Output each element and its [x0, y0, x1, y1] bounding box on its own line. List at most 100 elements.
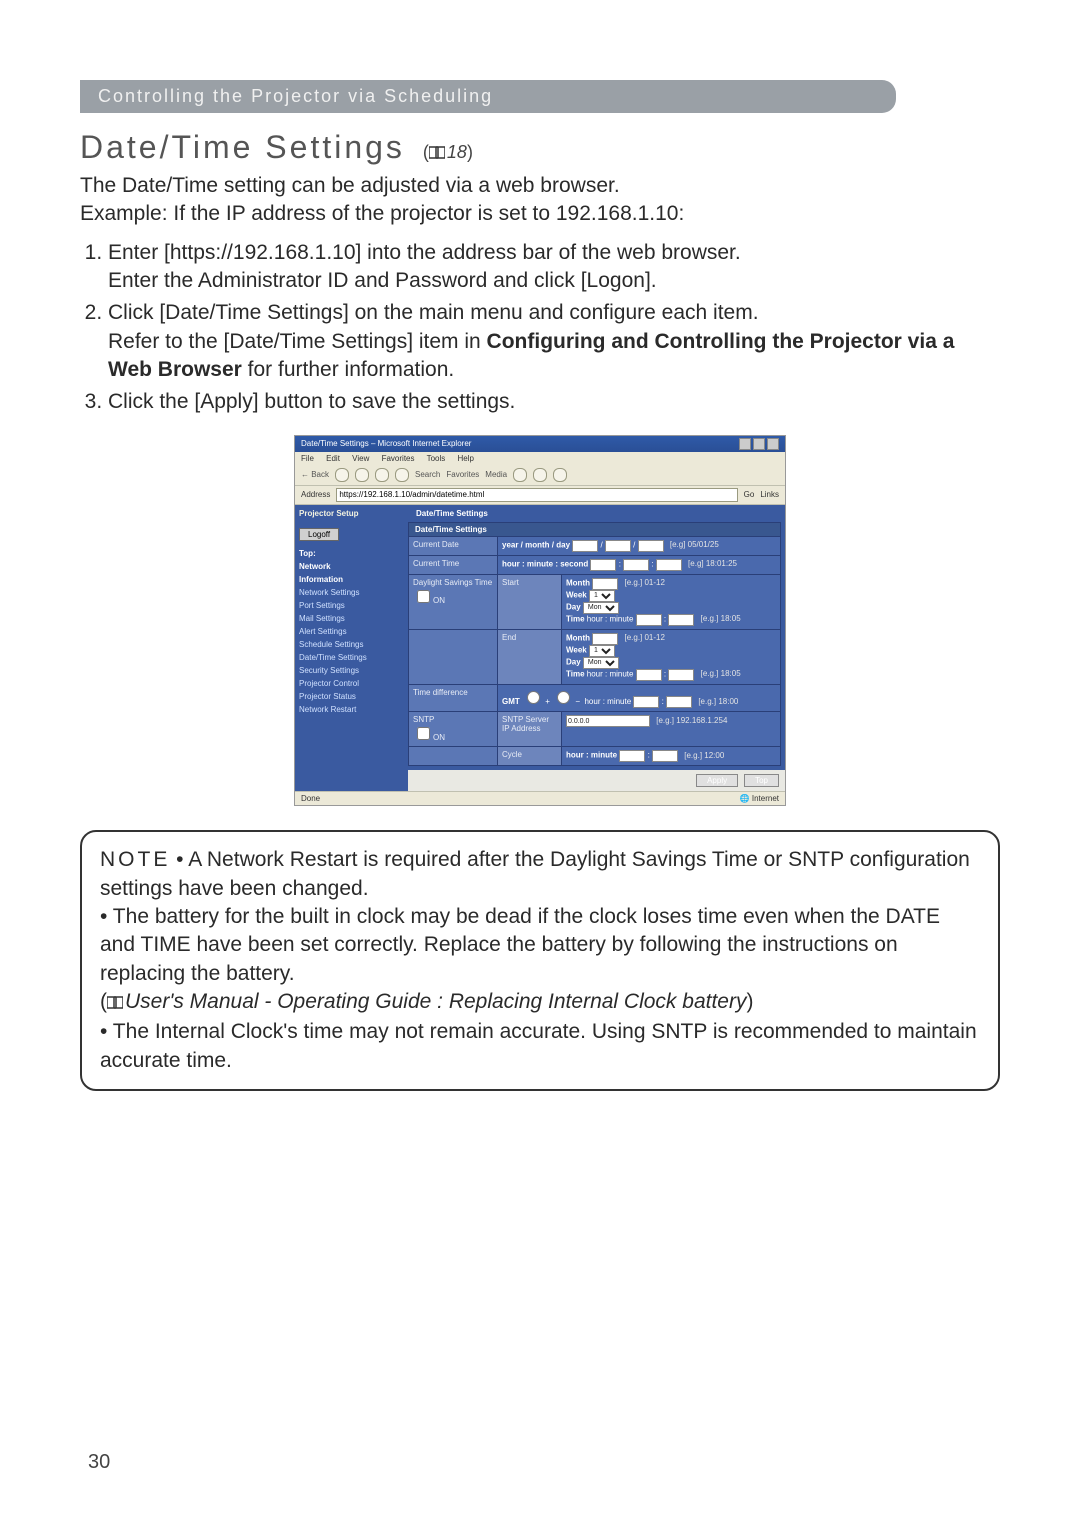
cycle-hour-input[interactable] — [619, 750, 645, 762]
refresh-icon[interactable] — [375, 468, 389, 482]
menu-tools[interactable]: Tools — [427, 454, 446, 463]
start-week-label: Week — [566, 590, 587, 599]
step-2b: Refer to the [Date/Time Settings] item i… — [108, 330, 954, 381]
sidebar-item-mail[interactable]: Mail Settings — [299, 612, 404, 625]
history-icon[interactable] — [513, 468, 527, 482]
forward-icon[interactable] — [335, 468, 349, 482]
label-sntp-ip: SNTP Server IP Address — [498, 712, 562, 746]
note-label: NOTE — [100, 848, 170, 871]
label-end: End — [498, 630, 562, 684]
main-title: Date/Time Settings — [408, 505, 785, 522]
window-title: Date/Time Settings – Microsoft Internet … — [301, 439, 471, 448]
end-week-select[interactable]: 1 — [589, 645, 615, 657]
go-button[interactable]: Go — [744, 490, 755, 499]
start-minute-input[interactable] — [668, 614, 694, 626]
gmt-eg: [e.g.] 18:00 — [698, 697, 738, 706]
page-heading: Date/Time Settings — [80, 129, 405, 166]
cycle-eg: [e.g.] 12:00 — [684, 751, 724, 760]
end-time-eg: [e.g.] 18:05 — [701, 669, 741, 678]
sidebar-item-network[interactable]: Network Settings — [299, 586, 404, 599]
top-button[interactable]: Top — [744, 774, 779, 787]
sntp-on-text: ON — [433, 733, 445, 742]
note-2-ref: User's Manual - Operating Guide : Replac… — [125, 990, 746, 1013]
label-current-time: Current Time — [409, 556, 498, 574]
search-button[interactable]: Search — [415, 470, 440, 479]
time-text: hour : minute : second — [502, 559, 588, 568]
sidebar-item-schedule[interactable]: Schedule Settings — [299, 638, 404, 651]
media-button[interactable]: Media — [485, 470, 507, 479]
daylight-on-checkbox[interactable] — [417, 590, 430, 603]
cycle-minute-input[interactable] — [652, 750, 678, 762]
label-daylight-text: Daylight Savings Time — [413, 578, 492, 587]
home-icon[interactable] — [395, 468, 409, 482]
step-2b-pre: Refer to the [Date/Time Settings] item i… — [108, 330, 487, 353]
sntp-ip-input[interactable] — [566, 715, 650, 727]
end-hour-input[interactable] — [636, 669, 662, 681]
gmt-plus-radio[interactable] — [527, 691, 540, 704]
menu-view[interactable]: View — [352, 454, 369, 463]
start-week-select[interactable]: 1 — [589, 590, 615, 602]
menu-file[interactable]: File — [301, 454, 314, 463]
step-1: Enter [https://192.168.1.10] into the ad… — [108, 239, 1000, 296]
step-2a: Click [Date/Time Settings] on the main m… — [108, 301, 759, 324]
address-input[interactable] — [336, 488, 737, 502]
minimize-icon[interactable] — [739, 438, 751, 450]
minute-input[interactable] — [623, 559, 649, 571]
back-button[interactable]: ← Back — [301, 470, 329, 479]
gmt-label: GMT — [502, 697, 520, 706]
step-list: Enter [https://192.168.1.10] into the ad… — [80, 239, 1000, 417]
start-day-select[interactable]: Mon — [583, 602, 619, 614]
end-time-label: Time — [566, 669, 585, 678]
internet-icon: 🌐 — [740, 794, 750, 803]
date-text: year / month / day — [502, 540, 570, 549]
apply-button[interactable]: Apply — [696, 774, 738, 787]
start-hour-input[interactable] — [636, 614, 662, 626]
start-month-input[interactable] — [592, 578, 618, 590]
sidebar-item-status[interactable]: Projector Status — [299, 690, 404, 703]
cycle-text: hour : minute — [566, 751, 617, 760]
sidebar-item-alert[interactable]: Alert Settings — [299, 625, 404, 638]
sntp-eg: [e.g.] 192.168.1.254 — [656, 716, 727, 725]
start-time-label: Time — [566, 614, 585, 623]
page-number: 30 — [88, 1451, 110, 1474]
logoff-button[interactable]: Logoff — [299, 528, 339, 541]
sidebar-item-control[interactable]: Projector Control — [299, 677, 404, 690]
end-minute-input[interactable] — [668, 669, 694, 681]
hour-input[interactable] — [590, 559, 616, 571]
gmt-minus-radio[interactable] — [557, 691, 570, 704]
sidebar-item-port[interactable]: Port Settings — [299, 599, 404, 612]
label-sntp: SNTP ON — [409, 712, 498, 746]
sidebar-item-datetime[interactable]: Date/Time Settings — [299, 651, 404, 664]
mail-icon[interactable] — [533, 468, 547, 482]
maximize-icon[interactable] — [753, 438, 765, 450]
gmt-hour-input[interactable] — [633, 696, 659, 708]
month-input[interactable] — [605, 540, 631, 552]
menu-favorites[interactable]: Favorites — [382, 454, 415, 463]
print-icon[interactable] — [553, 468, 567, 482]
links-label[interactable]: Links — [760, 490, 779, 499]
daylight-on-text: ON — [433, 596, 445, 605]
year-input[interactable] — [572, 540, 598, 552]
second-input[interactable] — [656, 559, 682, 571]
sidebar-item-restart[interactable]: Network Restart — [299, 703, 404, 716]
step-2: Click [Date/Time Settings] on the main m… — [108, 299, 1000, 384]
menu-help[interactable]: Help — [458, 454, 474, 463]
label-current-date: Current Date — [409, 537, 498, 555]
sidebar-item-security[interactable]: Security Settings — [299, 664, 404, 677]
end-week-label: Week — [566, 645, 587, 654]
label-timediff: Time difference — [409, 685, 498, 712]
day-input[interactable] — [638, 540, 664, 552]
stop-icon[interactable] — [355, 468, 369, 482]
gmt-hm: hour : minute — [584, 697, 631, 706]
end-month-input[interactable] — [592, 633, 618, 645]
time-eg: [e.g] 18:01:25 — [688, 559, 737, 568]
menu-edit[interactable]: Edit — [326, 454, 340, 463]
close-icon[interactable] — [767, 438, 779, 450]
label-daylight: Daylight Savings Time ON — [409, 575, 498, 629]
end-day-select[interactable]: Mon — [583, 657, 619, 669]
gmt-minute-input[interactable] — [666, 696, 692, 708]
favorites-button[interactable]: Favorites — [446, 470, 479, 479]
step-3: Click the [Apply] button to save the set… — [108, 388, 1000, 416]
sntp-on-checkbox[interactable] — [417, 727, 430, 740]
start-month-label: Month — [566, 578, 590, 587]
